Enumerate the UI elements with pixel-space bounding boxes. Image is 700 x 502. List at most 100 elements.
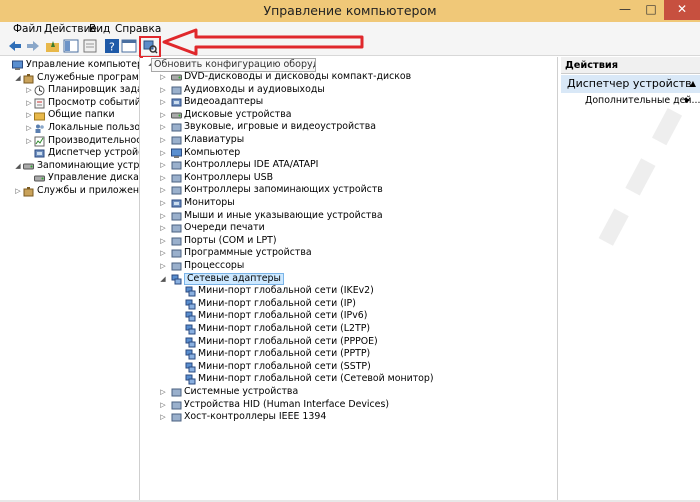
device-tree-pane: ▷ DVD-дисководы и дисководы компакт-диско… (143, 57, 558, 500)
actions-group-device-manager[interactable]: Диспетчер устройств ▲ (561, 75, 700, 93)
tools-icon (23, 186, 34, 197)
device-tree-item-label: Мыши и иные указывающие устройства (184, 209, 383, 221)
folder-icon (34, 110, 45, 121)
expand-arrow-icon[interactable]: ▷ (159, 197, 167, 210)
expand-arrow-icon[interactable]: ▷ (159, 399, 167, 412)
tools-icon (23, 73, 34, 84)
generic-device-icon (171, 122, 182, 133)
expanded-arrow-icon[interactable]: ◢ (14, 72, 22, 85)
actions-pane: Действия Диспетчер устройств ▲ Дополните… (561, 57, 700, 500)
expanded-arrow-icon[interactable]: ◢ (14, 160, 22, 173)
expand-arrow-icon[interactable]: ▷ (159, 260, 167, 273)
expand-arrow-icon[interactable]: ▷ (159, 386, 167, 399)
nav-tree-item-label: Управление компьютером (л (26, 59, 139, 70)
generic-device-icon (171, 412, 182, 423)
expand-arrow-icon[interactable]: ▷ (159, 172, 167, 185)
network-device-icon (185, 337, 196, 348)
menu-view[interactable]: Вид (89, 23, 110, 35)
computer-icon (12, 60, 23, 71)
device-tree-item-label: Мониторы (184, 197, 235, 208)
expand-arrow-icon[interactable]: ▷ (159, 134, 167, 147)
device-tree-item-label: Мини-порт глобальной сети (PPTP) (198, 348, 371, 360)
generic-device-icon (171, 248, 182, 259)
expand-arrow-icon[interactable]: ▷ (25, 97, 33, 110)
disk-device-icon (171, 110, 182, 121)
up-folder-icon[interactable] (45, 38, 61, 54)
help-icon[interactable]: ? (104, 38, 120, 54)
close-button[interactable]: ✕ (664, 0, 700, 20)
expand-arrow-icon[interactable]: ▷ (159, 96, 167, 109)
device-tree-item-label: Клавиатуры (184, 134, 245, 145)
device-tree-item-label: Звуковые, игровые и видеоустройства (184, 121, 377, 133)
generic-device-icon (171, 173, 182, 184)
annotation-arrow-icon (162, 28, 364, 56)
expand-arrow-icon[interactable]: ▷ (159, 184, 167, 197)
expand-arrow-icon[interactable]: ▷ (159, 159, 167, 172)
device-tree-item-label: Контроллеры USB (184, 171, 273, 183)
device-tree-item-label: Мини-порт глобальной сети (IKEv2) (198, 285, 374, 297)
expand-arrow-icon[interactable]: ▷ (25, 109, 33, 122)
console-window-icon[interactable] (121, 38, 137, 54)
network-device-icon (185, 324, 196, 335)
device-tree-item-label: Аудиовходы и аудиовыходы (184, 83, 325, 95)
network-device-icon (185, 311, 196, 322)
disk-icon (23, 161, 34, 172)
generic-device-icon (171, 261, 182, 272)
expand-arrow-icon[interactable]: ▷ (159, 210, 167, 223)
device-device-icon (171, 97, 182, 108)
expand-arrow-icon[interactable]: ▷ (159, 84, 167, 97)
disk-icon (34, 173, 45, 184)
menu-help[interactable]: Справка (115, 23, 161, 35)
expand-arrow-icon[interactable]: ▷ (159, 411, 167, 424)
network-device-icon (185, 374, 196, 385)
device-tree-item-label: Мини-порт глобальной сети (SSTP) (198, 360, 371, 372)
more-actions-item[interactable]: Дополнительные дей... ▶ (585, 95, 700, 106)
network-device-icon (185, 362, 196, 373)
device-tree-item-label: DVD-дисководы и дисководы компакт-дисков (184, 71, 412, 82)
generic-device-icon (171, 160, 182, 171)
expand-arrow-icon[interactable]: ▷ (25, 135, 33, 148)
device-device-icon (171, 198, 182, 209)
minimize-button[interactable]: — (612, 0, 638, 20)
expand-arrow-icon[interactable]: ▷ (25, 84, 33, 97)
expand-arrow-icon[interactable]: ▷ (159, 247, 167, 260)
perf-icon (34, 136, 45, 147)
actions-group-label: Диспетчер устройств (567, 77, 692, 90)
generic-device-icon (171, 185, 182, 196)
device-tree-item-label: Хост-контроллеры IEEE 1394 (184, 411, 327, 423)
device-tree-item-label: Видеоадаптеры (184, 96, 264, 108)
generic-device-icon (171, 135, 182, 146)
collapse-icon[interactable]: ▲ (690, 75, 696, 93)
window-title: Управление компьютером (263, 3, 437, 18)
maximize-button[interactable]: □ (638, 0, 664, 20)
expand-arrow-icon[interactable]: ▷ (159, 147, 167, 160)
device-tree-item-label: Контроллеры IDE ATA/ATAPI (184, 159, 319, 171)
nav-tree-item-label: Производительность (48, 134, 139, 146)
properties-icon[interactable] (82, 38, 98, 54)
title-bar: Управление компьютером — □ ✕ (0, 0, 700, 22)
device-tree-item-label: Дисковые устройства (184, 108, 292, 120)
disk-device-icon (171, 72, 182, 83)
expand-arrow-icon[interactable]: ▷ (25, 122, 33, 135)
expanded-arrow-icon[interactable]: ◢ (159, 273, 167, 286)
menu-file[interactable]: Файл (13, 23, 42, 35)
device-tree-item-label: Компьютер (184, 146, 241, 158)
forward-arrow-icon[interactable] (25, 38, 41, 54)
expand-arrow-icon[interactable]: ▷ (159, 71, 167, 84)
show-tree-icon[interactable] (63, 38, 79, 54)
generic-device-icon (171, 85, 182, 96)
generic-device-icon (171, 387, 182, 398)
nav-tree-item-label: Диспетчер устройств (48, 147, 139, 159)
expand-arrow-icon[interactable]: ▷ (14, 185, 22, 198)
expand-arrow-icon[interactable]: ▷ (159, 235, 167, 248)
device-tree-item-label: Мини-порт глобальной сети (Сетевой монит… (198, 373, 434, 385)
expand-arrow-icon[interactable]: ▷ (159, 222, 167, 235)
generic-device-icon (171, 223, 182, 234)
expand-arrow-icon[interactable]: ▷ (159, 109, 167, 122)
expand-arrow-icon[interactable]: ▷ (159, 121, 167, 134)
actions-header: Действия (561, 57, 700, 74)
network-device-icon (185, 349, 196, 360)
back-arrow-icon[interactable] (7, 38, 23, 54)
device-tree-item-label: Очереди печати (184, 222, 265, 234)
device-tree-item-label: Системные устройства (184, 386, 299, 397)
